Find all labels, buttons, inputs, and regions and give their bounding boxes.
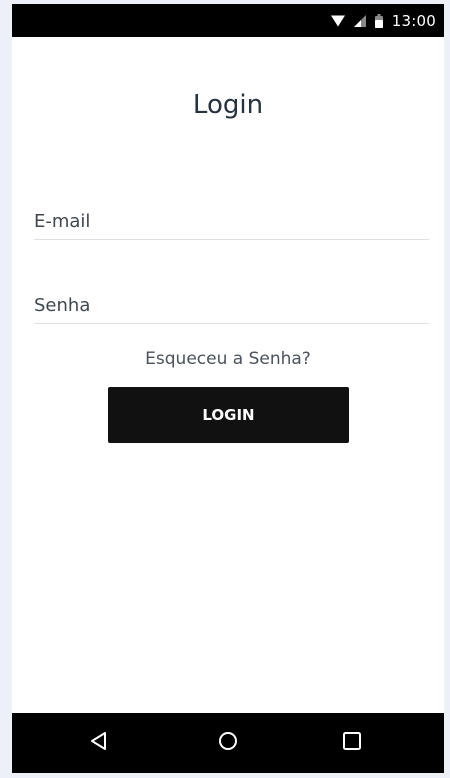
phone-screen: 13:00 Login Esqueceu a Senha? LOGIN xyxy=(12,4,444,773)
forgot-password-link[interactable]: Esqueceu a Senha? xyxy=(12,349,444,369)
battery-icon xyxy=(374,13,383,28)
recent-apps-button[interactable] xyxy=(338,729,366,757)
password-field[interactable] xyxy=(34,287,429,324)
back-icon xyxy=(89,731,109,756)
login-button[interactable]: LOGIN xyxy=(108,387,349,443)
back-button[interactable] xyxy=(85,729,113,757)
status-time: 13:00 xyxy=(391,11,436,30)
email-field[interactable] xyxy=(34,203,429,240)
status-bar: 13:00 xyxy=(12,4,444,37)
home-button[interactable] xyxy=(214,729,242,757)
page-title: Login xyxy=(192,90,264,120)
home-icon xyxy=(218,731,238,756)
navigation-bar xyxy=(12,713,444,773)
recent-apps-icon xyxy=(342,731,362,756)
status-icons: 13:00 xyxy=(330,4,436,37)
wifi-icon xyxy=(330,15,345,27)
signal-icon xyxy=(353,14,366,27)
